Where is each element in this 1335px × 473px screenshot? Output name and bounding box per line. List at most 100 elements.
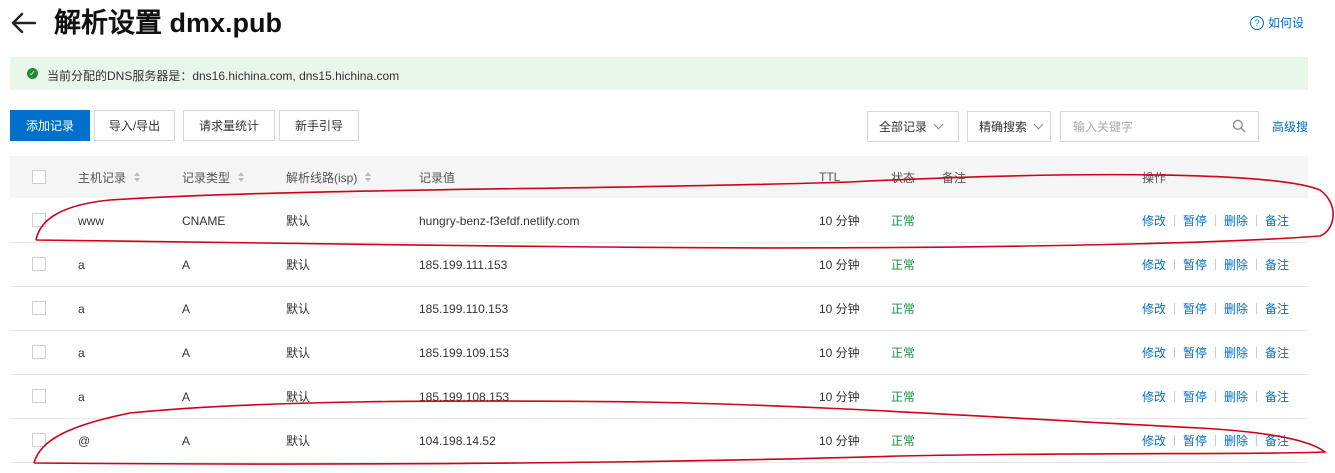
divider (1215, 435, 1217, 446)
search-input[interactable] (1071, 119, 1225, 135)
divider (1256, 303, 1258, 314)
divider (1215, 215, 1217, 226)
pause-link[interactable]: 暂停 (1183, 344, 1207, 361)
divider (1174, 215, 1176, 226)
row-actions: 修改 暂停 删除 备注 (1142, 243, 1289, 286)
delete-link[interactable]: 删除 (1224, 256, 1248, 273)
edit-link[interactable]: 修改 (1142, 212, 1166, 229)
search-icon[interactable] (1232, 119, 1246, 138)
remark-link[interactable]: 备注 (1265, 212, 1289, 229)
cell-value: 185.199.109.153 (419, 345, 510, 360)
row-actions: 修改 暂停 删除 备注 (1142, 419, 1289, 462)
cell-status: 正常 (891, 302, 916, 316)
row-checkbox[interactable] (32, 433, 46, 447)
back-arrow-icon[interactable] (8, 6, 38, 40)
cell-line: 默认 (286, 346, 311, 360)
chevron-down-icon (933, 119, 944, 130)
delete-link[interactable]: 删除 (1224, 300, 1248, 317)
edit-link[interactable]: 修改 (1142, 344, 1166, 361)
cell-type: A (182, 301, 191, 316)
divider (1256, 215, 1258, 226)
cell-line: 默认 (286, 258, 311, 272)
divider (1174, 347, 1176, 358)
remark-link[interactable]: 备注 (1265, 256, 1289, 273)
select-all-checkbox[interactable] (32, 170, 46, 184)
cell-value: 185.199.110.153 (419, 301, 509, 316)
column-line-label: 解析线路(isp) (286, 170, 358, 185)
search-mode-dropdown[interactable]: 精确搜索 (967, 111, 1051, 142)
table-header: 主机记录 记录类型 解析线路(isp) 记录值 TTL 状态 备注 操作 (10, 156, 1308, 198)
table-row: www CNAME 默认 hungry-benz-f3efdf.netlify.com… (10, 199, 1308, 243)
pause-link[interactable]: 暂停 (1183, 300, 1207, 317)
sort-icon[interactable] (365, 172, 372, 182)
cell-line: 默认 (286, 302, 311, 316)
cell-status: 正常 (891, 258, 916, 272)
remark-link[interactable]: 备注 (1265, 432, 1289, 449)
delete-link[interactable]: 删除 (1224, 432, 1248, 449)
row-actions: 修改 暂停 删除 备注 (1142, 375, 1289, 418)
cell-ttl: 10 分钟 (819, 434, 860, 448)
divider (1256, 259, 1258, 270)
beginner-guide-button[interactable]: 新手引导 (279, 110, 359, 141)
column-ttl: TTL (819, 170, 841, 184)
pause-link[interactable]: 暂停 (1183, 256, 1207, 273)
cell-value: hungry-benz-f3efdf.netlify.com (419, 213, 580, 228)
keyword-search-box[interactable] (1060, 111, 1259, 142)
column-line[interactable]: 解析线路(isp) (286, 156, 372, 198)
divider (1215, 259, 1217, 270)
import-export-button[interactable]: 导入/导出 (94, 110, 175, 141)
row-actions: 修改 暂停 删除 备注 (1142, 331, 1289, 374)
dns-server-text: 当前分配的DNS服务器是：dns16.hichina.com, dns15.hi… (47, 69, 400, 83)
cell-status: 正常 (891, 390, 916, 404)
divider (1174, 303, 1176, 314)
row-checkbox[interactable] (32, 213, 46, 227)
check-circle-icon: ✓ (27, 68, 38, 79)
add-record-button[interactable]: 添加记录 (10, 110, 90, 141)
cell-host: a (78, 257, 85, 272)
pause-link[interactable]: 暂停 (1183, 388, 1207, 405)
row-checkbox[interactable] (32, 345, 46, 359)
cell-ttl: 10 分钟 (819, 390, 860, 404)
cell-status: 正常 (891, 214, 916, 228)
cell-type: A (182, 433, 191, 448)
column-type[interactable]: 记录类型 (182, 156, 245, 198)
cell-host: a (78, 389, 85, 404)
remark-link[interactable]: 备注 (1265, 300, 1289, 317)
delete-link[interactable]: 删除 (1224, 344, 1248, 361)
row-checkbox[interactable] (32, 257, 46, 271)
column-host[interactable]: 主机记录 (78, 156, 141, 198)
sort-icon[interactable] (238, 172, 245, 182)
edit-link[interactable]: 修改 (1142, 388, 1166, 405)
search-mode-label: 精确搜索 (979, 120, 1028, 134)
column-host-label: 主机记录 (78, 170, 127, 185)
row-actions: 修改 暂停 删除 备注 (1142, 199, 1289, 242)
sort-icon[interactable] (134, 172, 141, 182)
cell-type: CNAME (182, 213, 226, 228)
row-checkbox[interactable] (32, 301, 46, 315)
delete-link[interactable]: 删除 (1224, 212, 1248, 229)
record-filter-dropdown[interactable]: 全部记录 (867, 111, 959, 142)
divider (1256, 391, 1258, 402)
table-row: @ A 默认 104.198.14.52 10 分钟 正常 修改 暂停 删除 备注 (10, 419, 1308, 463)
edit-link[interactable]: 修改 (1142, 300, 1166, 317)
cell-host: a (78, 345, 85, 360)
cell-line: 默认 (286, 434, 311, 448)
table-row: a A 默认 185.199.111.153 10 分钟 正常 修改 暂停 删除 备注 (10, 243, 1308, 287)
column-type-label: 记录类型 (182, 170, 231, 185)
delete-link[interactable]: 删除 (1224, 388, 1248, 405)
edit-link[interactable]: 修改 (1142, 432, 1166, 449)
column-status: 状态 (891, 170, 916, 185)
pause-link[interactable]: 暂停 (1183, 432, 1207, 449)
row-actions: 修改 暂停 删除 备注 (1142, 287, 1289, 330)
cell-value: 104.198.14.52 (419, 433, 496, 448)
page-title: 解析设置 dmx.pub (54, 8, 282, 38)
remark-link[interactable]: 备注 (1265, 388, 1289, 405)
column-ops: 操作 (1142, 170, 1167, 185)
remark-link[interactable]: 备注 (1265, 344, 1289, 361)
pause-link[interactable]: 暂停 (1183, 212, 1207, 229)
help-link[interactable]: ? 如何设 (1250, 14, 1304, 31)
row-checkbox[interactable] (32, 389, 46, 403)
request-stats-button[interactable]: 请求量统计 (183, 110, 275, 141)
edit-link[interactable]: 修改 (1142, 256, 1166, 273)
advanced-search-link[interactable]: 高级搜 (1272, 118, 1308, 135)
